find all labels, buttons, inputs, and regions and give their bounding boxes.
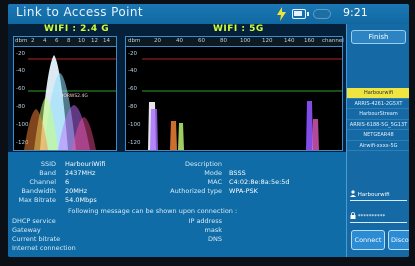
wifi24-x-tick: 2 xyxy=(31,38,35,44)
wifi24-title: WIFI : 2.4 G xyxy=(44,24,110,34)
page-title: Link to Access Point xyxy=(16,5,143,19)
wifi5-x-tick: 60 xyxy=(198,38,205,44)
band-label: Band xyxy=(39,169,56,177)
device-bezel: Link to Access Point 9:21 WIFI : 2.4 G W… xyxy=(0,0,415,266)
network-item[interactable]: Airwifi-xxxx-5G xyxy=(347,141,409,151)
password-underline xyxy=(350,222,407,223)
battery-icon xyxy=(292,9,309,19)
wifi24-x-tick: 4 xyxy=(43,38,47,44)
password-value: ********** xyxy=(357,214,386,220)
wifi5-x-tick: 160 xyxy=(304,38,315,44)
wifi5-x-axis: dbm 20 40 60 80 100 120 140 160 channel xyxy=(126,37,344,47)
wifi24-x-tick: 8 xyxy=(67,38,71,44)
mask-label: mask xyxy=(204,226,222,234)
internet-connection-label: Internet connection xyxy=(12,244,76,252)
wifi24-signals: HORWS2.4G xyxy=(24,55,116,150)
channel-value: 6 xyxy=(65,178,70,186)
clock: 9:21 xyxy=(343,6,368,19)
dns-label: DNS xyxy=(208,235,222,243)
wifi24-x-tick: dbm xyxy=(15,38,28,44)
signal-curve-pink xyxy=(312,119,319,150)
username-field[interactable]: Harbourwifi xyxy=(350,190,408,199)
mac-value: C4:02:8e:8a:5e:5d xyxy=(229,178,290,186)
gateway-label: Gateway xyxy=(12,226,41,234)
mode-value: BSSS xyxy=(229,169,246,177)
wifi24-chart: dbm 2 4 6 8 10 12 14 -20 -40 -60 -80 -10… xyxy=(13,36,117,151)
toggle-icon[interactable] xyxy=(313,9,331,19)
connect-button[interactable]: Connect xyxy=(351,230,385,250)
connection-note: Following message can be shown upon conn… xyxy=(68,207,238,215)
wifi5-x-tick: channel xyxy=(322,38,344,44)
current-bitrate-label: Current bitrate xyxy=(12,235,61,243)
password-field[interactable]: ********** xyxy=(350,212,408,221)
ssid-value: HarbouriWifi xyxy=(65,160,106,168)
wifi5-title: WIFI : 5G xyxy=(213,24,264,34)
signal-curve-violet xyxy=(306,101,313,150)
wifi24-x-axis: dbm 2 4 6 8 10 12 14 xyxy=(14,37,116,47)
mac-label: MAC xyxy=(207,178,222,186)
dhcp-label: DHCP service xyxy=(12,217,56,225)
network-item[interactable]: NETGEAR48 xyxy=(347,130,409,141)
channel-label: Channel xyxy=(29,178,56,186)
wifi24-network-label: HORWS2.4G xyxy=(60,93,88,99)
wifi5-x-tick: 20 xyxy=(154,38,161,44)
network-list: Harbourwifi ARRIS-4261-2G5XT HarbourStre… xyxy=(347,88,409,151)
auth-type-value: WPA-PSK xyxy=(229,187,258,195)
network-details: SSID Band Channel Bandwidth Max Bitrate … xyxy=(8,152,346,257)
signal-curve-purple xyxy=(150,109,158,150)
band-value: 2437MHz xyxy=(65,169,96,177)
username-underline xyxy=(350,200,407,201)
wifi5-x-tick: 140 xyxy=(284,38,295,44)
spectrum-area: WIFI : 2.4 G WIFI : 5G dbm 2 4 6 8 10 12… xyxy=(8,24,346,152)
right-panel: Finish Harbourwifi ARRIS-4261-2G5XT Harb… xyxy=(346,24,409,257)
description-label: Description xyxy=(184,160,222,168)
disconnect-button[interactable]: Disconne xyxy=(388,230,409,250)
signal-curve-green xyxy=(178,123,184,150)
device-screen: Link to Access Point 9:21 WIFI : 2.4 G W… xyxy=(8,4,409,257)
network-item[interactable]: ARRIS-4261-2G5XT xyxy=(347,99,409,109)
auth-type-label: Authorized type xyxy=(170,187,222,195)
wifi5-x-tick: 80 xyxy=(220,38,227,44)
wifi5-x-tick: 120 xyxy=(262,38,273,44)
wifi24-x-tick: 6 xyxy=(55,38,59,44)
network-item[interactable]: Harbourwifi xyxy=(347,88,409,99)
bandwidth-value: 20MHz xyxy=(65,187,88,195)
max-bitrate-label: Max Bitrate xyxy=(18,196,56,204)
network-item[interactable]: HarbourStream xyxy=(347,109,409,120)
charging-bolt-icon xyxy=(277,7,286,21)
mode-label: Mode xyxy=(204,169,222,177)
wifi5-x-tick: 40 xyxy=(176,38,183,44)
max-bitrate-value: 54.0Mbps xyxy=(65,196,97,204)
ip-address-label: IP address xyxy=(188,217,222,225)
finish-button[interactable]: Finish xyxy=(351,30,406,44)
user-icon xyxy=(350,190,356,197)
wifi24-x-tick: 12 xyxy=(91,38,98,44)
wifi24-x-tick: 10 xyxy=(78,38,85,44)
bandwidth-label: Bandwidth xyxy=(21,187,56,195)
username-value: Harbourwifi xyxy=(357,192,390,198)
wifi5-chart: dbm 20 40 60 80 100 120 140 160 channel … xyxy=(125,36,344,151)
title-bar: Link to Access Point 9:21 xyxy=(8,4,409,24)
lock-icon xyxy=(350,212,356,219)
wifi5-x-tick: dbm xyxy=(128,38,141,44)
wifi5-x-tick: 100 xyxy=(240,38,251,44)
signal-curve-orange xyxy=(170,121,177,150)
ssid-label: SSID xyxy=(40,160,56,168)
network-item[interactable]: ARRIS-6188-5G_5G13T xyxy=(347,120,409,130)
wifi24-x-tick: 14 xyxy=(103,38,110,44)
wifi5-signals xyxy=(142,58,342,150)
